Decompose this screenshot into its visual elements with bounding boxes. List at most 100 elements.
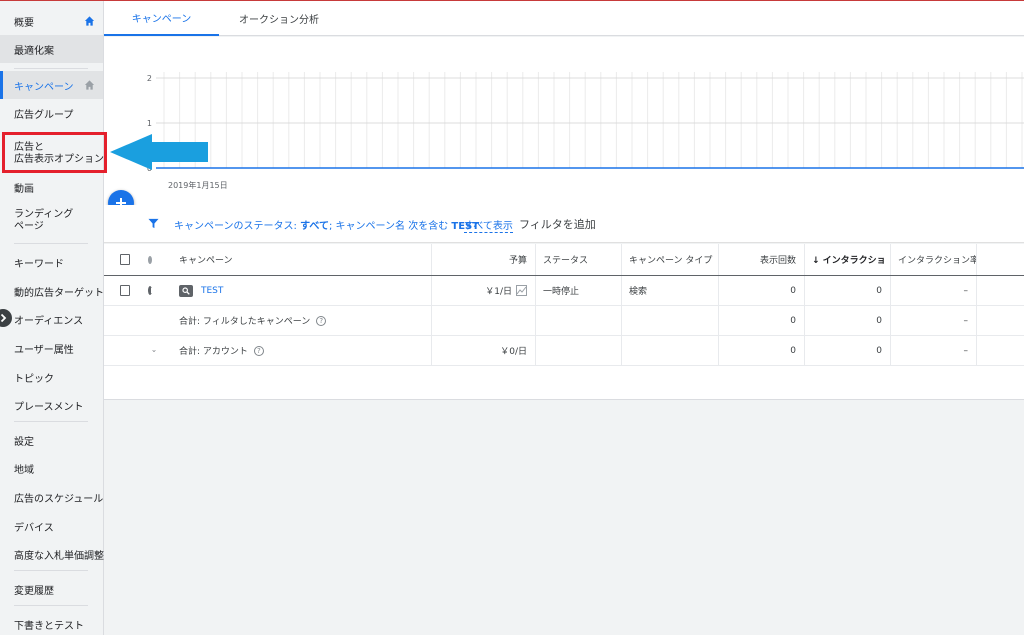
col-divider — [621, 336, 622, 365]
sidebar-item-drafts-experiments[interactable]: 下書きとテスト — [0, 612, 103, 635]
sidebar-item-audiences[interactable]: オーディエンス — [0, 307, 103, 331]
campaign-name-link[interactable]: TEST — [201, 286, 223, 296]
row-select-cell — [112, 276, 138, 305]
add-filter-button[interactable]: フィルタを追加 — [519, 216, 596, 232]
chevron-right-icon — [0, 313, 7, 323]
header-interaction-rate[interactable]: インタラクション率 — [890, 244, 976, 275]
total-impressions: 0 — [790, 315, 796, 326]
sidebar-item-overview[interactable]: 概要 — [0, 9, 103, 33]
budget-chart-icon[interactable] — [516, 285, 527, 296]
header-campaign-type[interactable]: キャンペーン タイプ — [621, 244, 718, 275]
sidebar-item-label: 変更履歴 — [14, 585, 54, 597]
total-budget: ￥0/日 — [500, 347, 527, 357]
row-budget-cell: ￥1/日 — [431, 276, 535, 305]
header-status-dot-cell — [140, 244, 160, 275]
google-ads-screen: 概要 最適化案 キャンペーン 広告グループ 広告と 広告表示オプション 動画 ラ… — [0, 0, 1024, 635]
row-interactions: 0 — [876, 285, 882, 296]
sidebar-item-keywords[interactable]: キーワード — [0, 250, 103, 274]
sidebar-item-label: 最適化案 — [14, 45, 54, 57]
paused-icon[interactable] — [148, 286, 154, 295]
sidebar-item-ad-groups[interactable]: 広告グループ — [0, 101, 103, 125]
sidebar-item-ad-schedule[interactable]: 広告のスケジュール — [0, 485, 103, 509]
sidebar-item-locations[interactable]: 地域 — [0, 456, 103, 480]
sidebar-item-campaigns[interactable]: キャンペーン — [0, 71, 103, 99]
sidebar-item-topics[interactable]: トピック — [0, 365, 103, 389]
header-status[interactable]: ステータス — [535, 244, 621, 275]
tab-auction-insights[interactable]: オークション分析 — [219, 1, 339, 36]
row-campaign-cell: TEST — [171, 276, 431, 305]
filter-prefix: キャンペーンのステータス: — [174, 221, 301, 232]
header-select-cell — [112, 244, 138, 275]
header-interactions[interactable]: ↓ インタラクショ — [804, 244, 890, 275]
active-filter-chip[interactable]: キャンペーンのステータス: すべて; キャンペーン名 次を含む TEST — [174, 217, 479, 232]
x-tick-label: 2019年1月15日 — [168, 180, 228, 190]
sidebar-item-placements[interactable]: プレースメント — [0, 393, 103, 417]
divider — [14, 570, 88, 571]
performance-chart: 2102019年1月15日 — [104, 37, 1024, 205]
sidebar-item-label-line2: ページ — [14, 221, 44, 232]
filter-icon[interactable] — [148, 218, 159, 229]
total-interaction-rate: – — [963, 345, 969, 356]
total-interactions: 0 — [876, 315, 882, 326]
total-filtered-label: 合計: フィルタしたキャンペーン — [179, 317, 311, 327]
annotation-arrow-icon — [110, 134, 208, 170]
main-content: キャンペーン オークション分析 2 1 0 2019年1月15日 キャンペーンのステー… — [104, 1, 1024, 635]
select-all-checkbox[interactable] — [120, 254, 130, 265]
budget-value: ￥1/日 — [485, 287, 512, 297]
tab-label: キャンペーン — [131, 14, 192, 25]
header-campaign[interactable]: キャンペーン — [171, 244, 431, 275]
sidebar-item-label-line1: ランディング — [14, 209, 74, 220]
help-icon[interactable]: ? — [316, 315, 327, 326]
sidebar-item-label: 動的広告ターゲット — [14, 287, 104, 299]
sidebar-item-advanced-bid-adj[interactable]: 高度な入札単価調整 — [0, 542, 104, 566]
home-icon — [84, 16, 95, 26]
row-status-cell — [140, 276, 160, 305]
sidebar-item-change-history[interactable]: 変更履歴 — [0, 577, 103, 601]
campaign-table: キャンペーン 予算 ステータス キャンペーン タイプ 表示回数 ↓ インタラクシ… — [104, 244, 1024, 400]
chevron-down-icon[interactable] — [152, 346, 156, 356]
expand-cell — [144, 336, 164, 365]
col-divider — [535, 306, 536, 335]
search-campaign-icon — [179, 284, 193, 297]
tab-label: オークション分析 — [239, 15, 319, 26]
sidebar-item-demographics[interactable]: ユーザー属性 — [0, 336, 103, 360]
col-divider — [976, 306, 977, 335]
tab-campaigns[interactable]: キャンペーン — [104, 1, 219, 36]
sidebar-item-label: 下書きとテスト — [14, 620, 84, 632]
sidebar: 概要 最適化案 キャンペーン 広告グループ 広告と 広告表示オプション 動画 ラ… — [0, 1, 104, 635]
filter-bar: キャンペーンのステータス: すべて; キャンペーン名 次を含む TEST すべて… — [104, 205, 1024, 243]
sidebar-item-landing-pages[interactable]: ランディング ページ — [0, 205, 103, 237]
filter-status-value: すべて — [300, 221, 329, 232]
col-divider — [621, 306, 622, 335]
sidebar-item-devices[interactable]: デバイス — [0, 514, 103, 538]
show-all-link[interactable]: すべて表示 — [464, 217, 513, 233]
sidebar-item-settings[interactable]: 設定 — [0, 428, 103, 452]
highlight-box — [2, 132, 107, 173]
header-budget[interactable]: 予算 — [431, 244, 535, 275]
col-divider — [976, 336, 977, 365]
y-tick-label: 1 — [147, 119, 152, 128]
sidebar-item-label: プレースメント — [14, 401, 84, 413]
row-type: 検索 — [629, 287, 648, 297]
total-account-label-cell: 合計: アカウント ? — [171, 336, 431, 365]
sidebar-item-label: 動画 — [14, 183, 34, 195]
help-icon[interactable]: ? — [253, 345, 264, 356]
sidebar-item-recommendations[interactable]: 最適化案 — [0, 35, 103, 63]
col-divider — [535, 336, 536, 365]
sidebar-item-label: トピック — [14, 373, 54, 385]
sidebar-item-label: 概要 — [14, 17, 34, 29]
sidebar-item-dynamic-ad-targets[interactable]: 動的広告ターゲット — [0, 279, 104, 303]
row-impressions: 0 — [790, 285, 796, 296]
status-dot-icon — [148, 255, 152, 264]
divider — [14, 68, 88, 69]
row-interaction-rate: – — [963, 285, 969, 296]
header-impressions[interactable]: 表示回数 — [718, 244, 804, 275]
row-checkbox[interactable] — [120, 285, 130, 296]
sidebar-item-videos[interactable]: 動画 — [0, 175, 103, 199]
filter-middle: ; キャンペーン名 次を含む — [328, 221, 452, 232]
divider — [14, 605, 88, 606]
sidebar-item-label: 地域 — [14, 464, 34, 476]
total-filtered-label-cell: 合計: フィルタしたキャンペーン ? — [171, 306, 431, 335]
row-status-text: 一時停止 — [543, 287, 580, 297]
table-row[interactable]: TEST ￥1/日 一時停止 検索 0 0 – — [104, 276, 1024, 306]
